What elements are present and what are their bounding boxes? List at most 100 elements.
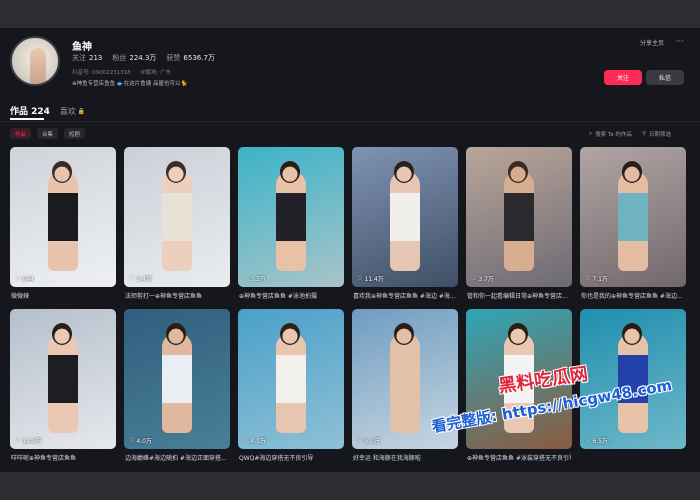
thumbnail-figure [276, 333, 306, 433]
video-caption[interactable]: 你也是我的⊕神鱼专营店鱼鱼 #海边... [581, 291, 685, 300]
video-caption[interactable]: 咩咩呢⊕神鱼专营店鱼鱼 [11, 453, 115, 462]
chip-collections[interactable]: 合集 [37, 128, 59, 139]
video-thumbnail[interactable]: ♡ 11.4万 [352, 147, 458, 287]
ip-location: IP属地: 广东 [140, 70, 172, 76]
video-card[interactable]: ♡ 4.0万边海巅峰#海边随拍 #海边正面穿搭... [124, 309, 230, 471]
thumbnail-figure [48, 333, 78, 433]
heart-icon: ♡ [471, 275, 477, 282]
video-thumbnail[interactable]: ♡ 3.7万 [466, 147, 572, 287]
message-button[interactable]: 私信 [646, 70, 684, 85]
video-card[interactable]: ♡ 7.1万你也是我的⊕神鱼专营店鱼鱼 #海边... [580, 147, 686, 309]
video-thumbnail[interactable]: ♡ 644 [10, 147, 116, 287]
thumbnail-figure-head [166, 323, 186, 345]
video-card[interactable]: ♡ 3.7万管和你一起看编辑日常⊕神鱼专营店... [466, 147, 572, 309]
thumbnail-figure [618, 171, 648, 271]
video-card[interactable]: ♡ 4.1万 QWQ#海边穿搭无不良引导 [238, 309, 344, 471]
more-options-icon[interactable]: ··· [676, 37, 684, 46]
like-count-value: 11.4万 [364, 276, 384, 283]
video-caption[interactable]: 管和你一起看编辑日常⊕神鱼专营店... [467, 291, 571, 300]
video-like-count: ♡ 6.5万 [585, 436, 608, 445]
like-count-value: 14.9万 [22, 438, 42, 445]
date-filter[interactable]: ⚲ 日期筛选 [642, 130, 671, 138]
video-like-count: ♡ 5.0万 [357, 436, 380, 445]
search-icon: ⌕ [589, 130, 593, 137]
heart-icon: ♡ [585, 275, 591, 282]
profile-meta: 抖音号: 09002231318 IP属地: 广东 [72, 68, 171, 76]
video-card[interactable]: ♡ 644 微微辣 [10, 147, 116, 309]
video-like-count: ♡ 3.7万 [471, 274, 494, 283]
heart-icon: ♡ [15, 437, 21, 444]
filter-icon: ⚲ [642, 131, 647, 137]
video-thumbnail[interactable]: ♡ 14.9万 [10, 309, 116, 449]
lock-icon: 🔒 [77, 108, 86, 115]
like-count-value: 4.1万 [250, 438, 266, 445]
video-card[interactable]: ♡ 3.3万 ⊕神鱼专营店鱼鱼 #泳池拍摄 [238, 147, 344, 309]
thumbnail-figure-head [280, 323, 300, 345]
video-card[interactable]: ♡ 5.0万好幸运 和海豚在我海豚啦 [352, 309, 458, 471]
search-works[interactable]: ⌕ 搜索 Ta 的作品 [589, 130, 632, 139]
video-caption[interactable]: ⊕神鱼专营店鱼鱼 #泳装穿搭无不良引导 [467, 453, 571, 462]
profile-name: 鱼神 [72, 42, 92, 53]
thumbnail-figure [276, 171, 306, 271]
like-count-value: 644 [22, 276, 34, 283]
stat-following[interactable]: 关注 213 [72, 53, 102, 63]
date-filter-label: 日期筛选 [649, 132, 672, 138]
video-like-count: ♡ 14.9万 [15, 436, 42, 445]
filter-chips: 作品 合集 短剧 [10, 128, 86, 139]
video-caption[interactable]: 法师剪打一⊕神鱼专营店鱼鱼 [125, 291, 229, 300]
video-card[interactable]: ♡ 14.9万咩咩呢⊕神鱼专营店鱼鱼 [10, 309, 116, 471]
video-thumbnail[interactable]: ♡ 3.4万 [124, 147, 230, 287]
video-caption[interactable]: 好幸运 和海豚在我海豚啦 [353, 453, 457, 462]
video-like-count: ♡ 11.4万 [357, 274, 384, 283]
like-count-value: 5.0万 [364, 438, 380, 445]
thumbnail-figure [504, 171, 534, 271]
thumbnail-figure [162, 333, 192, 433]
avatar[interactable] [10, 36, 60, 86]
stat-followers[interactable]: 粉丝 224.3万 [112, 53, 156, 63]
search-works-label: 搜索 Ta 的作品 [595, 132, 632, 138]
chip-short-drama[interactable]: 短剧 [64, 128, 86, 139]
heart-icon: ♡ [585, 437, 591, 444]
like-count-value: 6.5万 [592, 438, 608, 445]
heart-icon: ♡ [357, 437, 363, 444]
follow-button[interactable]: 关注 [604, 70, 642, 85]
bottom-bar-background [0, 472, 700, 500]
profile-bio: ⊕神鱼专营店鱼鱼 🐟在这片鱼塘 品屋也可以🐈 [72, 81, 188, 87]
video-thumbnail[interactable]: ♡ 3.3万 [238, 147, 344, 287]
video-caption[interactable]: 微微辣 [11, 291, 115, 300]
content-tabs: 作品 224 喜欢 🔒 [10, 104, 85, 117]
video-caption[interactable]: ⊕神鱼专营店鱼鱼 #泳池拍摄 [239, 291, 343, 300]
video-card[interactable]: ♡ 11.4万喜欢我⊕神鱼专营店鱼鱼 #海边 #海... [352, 147, 458, 309]
thumbnail-figure [48, 171, 78, 271]
video-grid: ♡ 644 微微辣 ♡ 3.4万 法师剪打一⊕神鱼专营店鱼鱼 ♡ 3.3万 ⊕神鱼专营店鱼鱼 #… [10, 147, 686, 471]
video-caption[interactable]: QWQ#海边穿搭无不良引导 [239, 453, 343, 462]
thumbnail-figure [162, 171, 192, 271]
video-thumbnail[interactable]: ♡ 4.1万 [238, 309, 344, 449]
video-card[interactable]: ♡ 3.4万法师剪打一⊕神鱼专营店鱼鱼 [124, 147, 230, 309]
top-bar-background [0, 0, 700, 28]
tab-likes[interactable]: 喜欢 🔒 [60, 106, 85, 117]
thumbnail-figure-head [394, 323, 414, 345]
stat-likes: 获赞 6536.7万 [166, 54, 215, 62]
thumbnail-figure-head [508, 161, 528, 183]
share-profile-link[interactable]: 分享主页 [640, 38, 664, 47]
video-caption[interactable]: 喜欢我⊕神鱼专营店鱼鱼 #海边 #海... [353, 291, 457, 300]
tab-works[interactable]: 作品 224 [10, 104, 50, 117]
heart-icon: ♡ [243, 275, 249, 282]
like-count-value: 3.7万 [478, 276, 494, 283]
thumbnail-figure [390, 171, 420, 271]
video-thumbnail[interactable]: ♡ 4.0万 [124, 309, 230, 449]
thumbnail-figure-head [280, 161, 300, 183]
heart-icon: ♡ [129, 275, 135, 282]
video-like-count: ♡ 644 [15, 276, 34, 283]
heart-icon: ♡ [357, 275, 363, 282]
thumbnail-figure-head [508, 323, 528, 345]
like-count-value: 7.1万 [592, 276, 608, 283]
video-thumbnail[interactable]: ♡ 7.1万 [580, 147, 686, 287]
active-tab-indicator [10, 118, 44, 120]
video-caption[interactable]: 边海巅峰#海边随拍 #海边正面穿搭... [125, 453, 229, 462]
like-count-value: 4.0万 [136, 438, 152, 445]
chip-works[interactable]: 作品 [10, 128, 32, 139]
thumbnail-figure [390, 333, 420, 433]
heart-icon: ♡ [129, 437, 135, 444]
